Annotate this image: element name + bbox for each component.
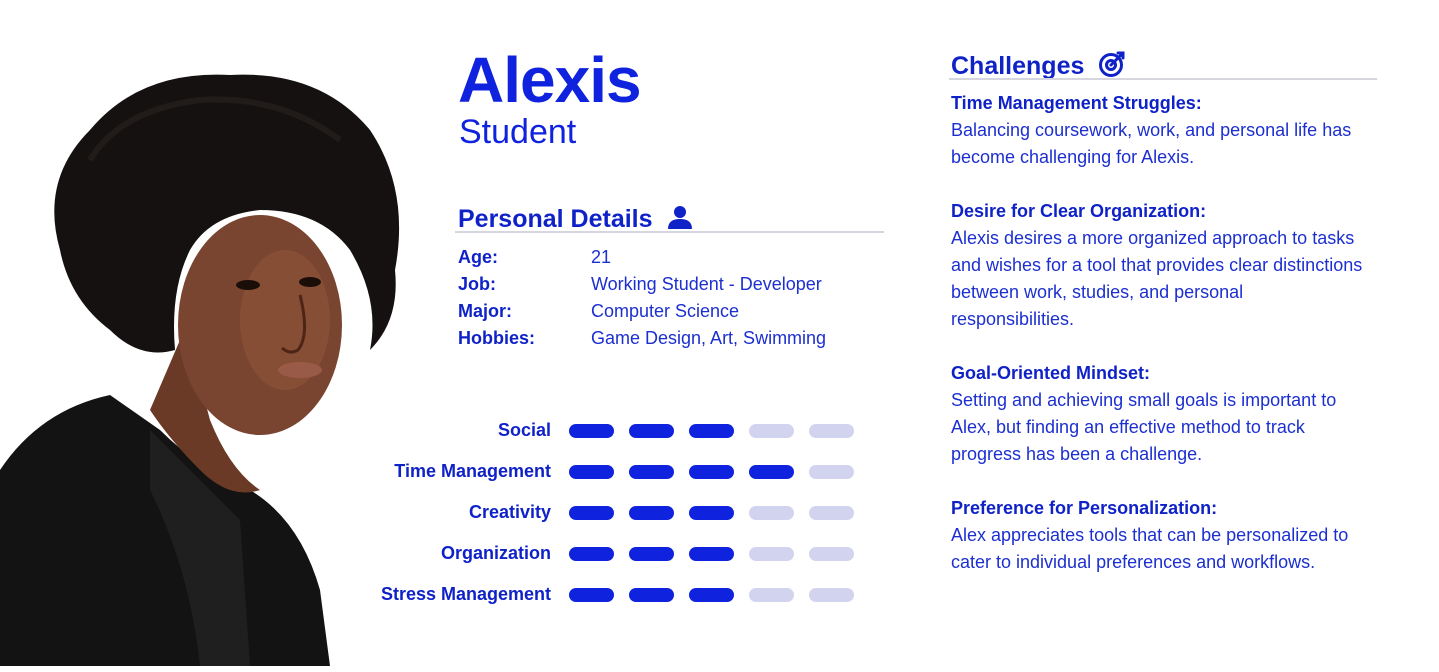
skill-row: Stress Management [330, 574, 854, 615]
personal-details-title: Personal Details [458, 205, 653, 233]
skill-pill-empty [809, 423, 854, 438]
skill-pill-empty [809, 587, 854, 602]
personal-details-list: Age: 21 Job: Working Student - Developer… [458, 244, 826, 352]
skill-pill-filled [629, 464, 674, 479]
challenge-body: Balancing coursework, work, and personal… [951, 120, 1352, 167]
skill-pill-empty [749, 423, 794, 438]
skill-pill-empty [749, 546, 794, 561]
detail-value: Game Design, Art, Swimming [591, 328, 827, 348]
skill-label: Stress Management [380, 584, 551, 604]
detail-label: Hobbies: [458, 328, 536, 348]
persona-name: Alexis [458, 44, 642, 116]
skill-pill-filled [629, 505, 674, 520]
detail-label: Job: [458, 274, 496, 294]
challenge-item: Time Management Struggles: Balancing cou… [951, 90, 1391, 171]
skill-pill-filled [689, 505, 734, 520]
skill-pill-filled [689, 546, 734, 561]
skill-level-bar [569, 587, 854, 602]
skill-row: Social [330, 410, 854, 451]
skill-pill-empty [749, 505, 794, 520]
skill-row: Creativity [330, 492, 854, 533]
challenges-title: Challenges [951, 52, 1085, 80]
skill-level-bar [569, 464, 854, 479]
skill-pill-filled [569, 546, 614, 561]
challenges-list: Time Management Struggles: Balancing cou… [951, 90, 1391, 603]
detail-row-hobbies: Hobbies: Game Design, Art, Swimming [458, 325, 826, 352]
detail-label: Age: [458, 247, 498, 267]
detail-label: Major: [458, 301, 512, 321]
challenge-title: Preference for Personalization: [951, 498, 1218, 518]
skill-pill-empty [749, 587, 794, 602]
skill-label: Social [497, 420, 551, 440]
challenge-item: Desire for Clear Organization: Alexis de… [951, 198, 1391, 333]
skill-pill-filled [569, 464, 614, 479]
skill-pill-filled [689, 423, 734, 438]
challenge-title: Desire for Clear Organization: [951, 201, 1207, 221]
personal-details-divider [455, 231, 884, 233]
detail-value: 21 [591, 247, 612, 267]
persona-role: Student [459, 113, 577, 151]
challenge-title: Goal-Oriented Mindset: [951, 363, 1151, 383]
skill-pill-empty [809, 464, 854, 479]
challenge-body: Alexis desires a more organized approach… [951, 228, 1363, 329]
skill-label: Organization [440, 543, 551, 563]
detail-value: Working Student - Developer [591, 274, 822, 294]
challenge-body: Setting and achieving small goals is imp… [951, 390, 1337, 464]
skill-label: Time Management [394, 461, 551, 481]
skill-pill-empty [809, 546, 854, 561]
skill-pill-filled [629, 587, 674, 602]
challenges-divider [949, 78, 1377, 80]
skill-pill-filled [749, 464, 794, 479]
skill-level-bar [569, 505, 854, 520]
skill-row: Organization [330, 533, 854, 574]
skill-level-bar [569, 423, 854, 438]
skill-row: Time Management [330, 451, 854, 492]
skill-pill-filled [629, 423, 674, 438]
detail-row-age: Age: 21 [458, 244, 826, 271]
skill-pill-filled [689, 464, 734, 479]
skill-pill-filled [689, 587, 734, 602]
challenge-item: Goal-Oriented Mindset: Setting and achie… [951, 360, 1391, 468]
detail-row-job: Job: Working Student - Developer [458, 271, 826, 298]
skill-ratings: Social Time Management Creativity Organi… [330, 410, 854, 615]
challenge-title: Time Management Struggles: [951, 93, 1202, 113]
skill-pill-empty [809, 505, 854, 520]
challenge-body: Alex appreciates tools that can be perso… [951, 525, 1349, 572]
challenge-item: Preference for Personalization: Alex app… [951, 495, 1391, 576]
skill-pill-filled [629, 546, 674, 561]
skill-pill-filled [569, 423, 614, 438]
detail-row-major: Major: Computer Science [458, 298, 826, 325]
detail-value: Computer Science [591, 301, 740, 321]
skill-pill-filled [569, 505, 614, 520]
skill-label: Creativity [468, 502, 551, 522]
skill-level-bar [569, 546, 854, 561]
skill-pill-filled [569, 587, 614, 602]
